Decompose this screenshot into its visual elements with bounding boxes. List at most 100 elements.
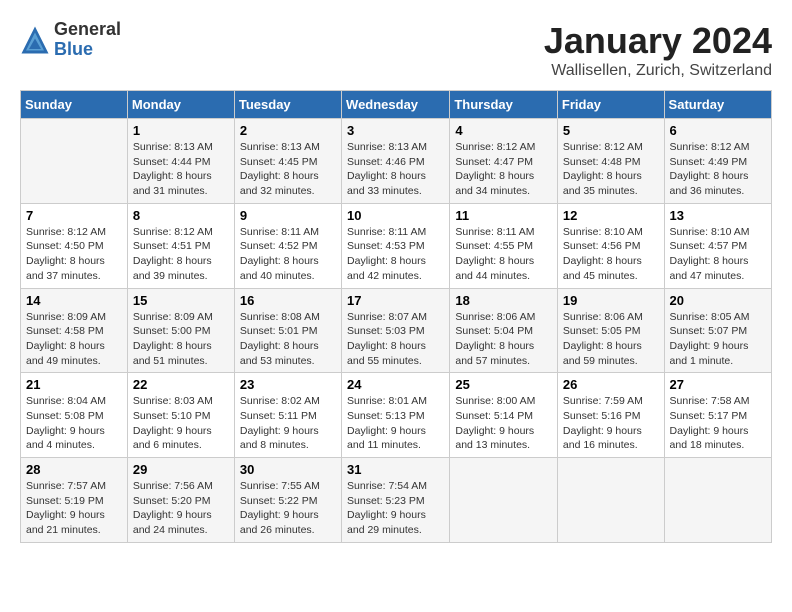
day-number: 20	[670, 293, 766, 308]
day-info: Sunrise: 8:13 AM Sunset: 4:46 PM Dayligh…	[347, 140, 444, 199]
day-number: 5	[563, 123, 659, 138]
day-info: Sunrise: 7:56 AM Sunset: 5:20 PM Dayligh…	[133, 479, 229, 538]
col-sunday: Sunday	[21, 91, 128, 119]
day-cell: 17 Sunrise: 8:07 AM Sunset: 5:03 PM Dayl…	[342, 288, 450, 373]
calendar-table: Sunday Monday Tuesday Wednesday Thursday…	[20, 90, 772, 543]
day-info: Sunrise: 8:11 AM Sunset: 4:53 PM Dayligh…	[347, 225, 444, 284]
day-cell: 7 Sunrise: 8:12 AM Sunset: 4:50 PM Dayli…	[21, 203, 128, 288]
day-info: Sunrise: 8:10 AM Sunset: 4:56 PM Dayligh…	[563, 225, 659, 284]
day-cell: 4 Sunrise: 8:12 AM Sunset: 4:47 PM Dayli…	[450, 119, 558, 204]
day-number: 11	[455, 208, 552, 223]
day-cell: 19 Sunrise: 8:06 AM Sunset: 5:05 PM Dayl…	[557, 288, 664, 373]
day-cell: 31 Sunrise: 7:54 AM Sunset: 5:23 PM Dayl…	[342, 458, 450, 543]
day-cell: 13 Sunrise: 8:10 AM Sunset: 4:57 PM Dayl…	[664, 203, 771, 288]
day-info: Sunrise: 8:13 AM Sunset: 4:45 PM Dayligh…	[240, 140, 336, 199]
day-cell: 20 Sunrise: 8:05 AM Sunset: 5:07 PM Dayl…	[664, 288, 771, 373]
logo: General Blue	[20, 20, 121, 60]
col-wednesday: Wednesday	[342, 91, 450, 119]
day-number: 7	[26, 208, 122, 223]
day-info: Sunrise: 8:07 AM Sunset: 5:03 PM Dayligh…	[347, 310, 444, 369]
week-row-4: 21 Sunrise: 8:04 AM Sunset: 5:08 PM Dayl…	[21, 373, 772, 458]
day-cell: 28 Sunrise: 7:57 AM Sunset: 5:19 PM Dayl…	[21, 458, 128, 543]
day-cell: 12 Sunrise: 8:10 AM Sunset: 4:56 PM Dayl…	[557, 203, 664, 288]
day-info: Sunrise: 8:05 AM Sunset: 5:07 PM Dayligh…	[670, 310, 766, 369]
location-subtitle: Wallisellen, Zurich, Switzerland	[544, 62, 772, 80]
day-cell: 5 Sunrise: 8:12 AM Sunset: 4:48 PM Dayli…	[557, 119, 664, 204]
day-number: 21	[26, 377, 122, 392]
day-info: Sunrise: 8:11 AM Sunset: 4:55 PM Dayligh…	[455, 225, 552, 284]
day-info: Sunrise: 8:12 AM Sunset: 4:51 PM Dayligh…	[133, 225, 229, 284]
day-number: 1	[133, 123, 229, 138]
day-info: Sunrise: 8:02 AM Sunset: 5:11 PM Dayligh…	[240, 394, 336, 453]
day-info: Sunrise: 8:09 AM Sunset: 4:58 PM Dayligh…	[26, 310, 122, 369]
day-number: 14	[26, 293, 122, 308]
logo-text: General Blue	[54, 20, 121, 60]
day-cell: 1 Sunrise: 8:13 AM Sunset: 4:44 PM Dayli…	[127, 119, 234, 204]
day-cell	[664, 458, 771, 543]
day-info: Sunrise: 8:12 AM Sunset: 4:47 PM Dayligh…	[455, 140, 552, 199]
header-row: Sunday Monday Tuesday Wednesday Thursday…	[21, 91, 772, 119]
day-info: Sunrise: 8:08 AM Sunset: 5:01 PM Dayligh…	[240, 310, 336, 369]
day-cell: 24 Sunrise: 8:01 AM Sunset: 5:13 PM Dayl…	[342, 373, 450, 458]
col-tuesday: Tuesday	[234, 91, 341, 119]
day-number: 4	[455, 123, 552, 138]
col-monday: Monday	[127, 91, 234, 119]
day-cell: 8 Sunrise: 8:12 AM Sunset: 4:51 PM Dayli…	[127, 203, 234, 288]
day-info: Sunrise: 8:12 AM Sunset: 4:50 PM Dayligh…	[26, 225, 122, 284]
day-cell: 15 Sunrise: 8:09 AM Sunset: 5:00 PM Dayl…	[127, 288, 234, 373]
day-cell: 21 Sunrise: 8:04 AM Sunset: 5:08 PM Dayl…	[21, 373, 128, 458]
week-row-2: 7 Sunrise: 8:12 AM Sunset: 4:50 PM Dayli…	[21, 203, 772, 288]
day-number: 27	[670, 377, 766, 392]
day-cell: 29 Sunrise: 7:56 AM Sunset: 5:20 PM Dayl…	[127, 458, 234, 543]
day-info: Sunrise: 8:06 AM Sunset: 5:04 PM Dayligh…	[455, 310, 552, 369]
day-info: Sunrise: 8:12 AM Sunset: 4:48 PM Dayligh…	[563, 140, 659, 199]
day-cell: 14 Sunrise: 8:09 AM Sunset: 4:58 PM Dayl…	[21, 288, 128, 373]
day-number: 13	[670, 208, 766, 223]
day-cell: 2 Sunrise: 8:13 AM Sunset: 4:45 PM Dayli…	[234, 119, 341, 204]
day-number: 8	[133, 208, 229, 223]
day-cell	[450, 458, 558, 543]
day-info: Sunrise: 8:10 AM Sunset: 4:57 PM Dayligh…	[670, 225, 766, 284]
day-info: Sunrise: 8:12 AM Sunset: 4:49 PM Dayligh…	[670, 140, 766, 199]
logo-blue: Blue	[54, 40, 121, 60]
day-cell: 22 Sunrise: 8:03 AM Sunset: 5:10 PM Dayl…	[127, 373, 234, 458]
week-row-3: 14 Sunrise: 8:09 AM Sunset: 4:58 PM Dayl…	[21, 288, 772, 373]
day-cell: 6 Sunrise: 8:12 AM Sunset: 4:49 PM Dayli…	[664, 119, 771, 204]
day-cell: 16 Sunrise: 8:08 AM Sunset: 5:01 PM Dayl…	[234, 288, 341, 373]
logo-general: General	[54, 20, 121, 40]
day-cell: 26 Sunrise: 7:59 AM Sunset: 5:16 PM Dayl…	[557, 373, 664, 458]
day-cell: 10 Sunrise: 8:11 AM Sunset: 4:53 PM Dayl…	[342, 203, 450, 288]
day-info: Sunrise: 8:11 AM Sunset: 4:52 PM Dayligh…	[240, 225, 336, 284]
day-number: 22	[133, 377, 229, 392]
day-cell: 9 Sunrise: 8:11 AM Sunset: 4:52 PM Dayli…	[234, 203, 341, 288]
day-cell: 27 Sunrise: 7:58 AM Sunset: 5:17 PM Dayl…	[664, 373, 771, 458]
day-number: 23	[240, 377, 336, 392]
day-number: 29	[133, 462, 229, 477]
day-number: 17	[347, 293, 444, 308]
day-number: 30	[240, 462, 336, 477]
title-area: January 2024 Wallisellen, Zurich, Switze…	[544, 20, 772, 80]
day-number: 3	[347, 123, 444, 138]
week-row-5: 28 Sunrise: 7:57 AM Sunset: 5:19 PM Dayl…	[21, 458, 772, 543]
day-cell: 30 Sunrise: 7:55 AM Sunset: 5:22 PM Dayl…	[234, 458, 341, 543]
col-friday: Friday	[557, 91, 664, 119]
logo-icon	[20, 25, 50, 55]
day-number: 24	[347, 377, 444, 392]
day-cell: 25 Sunrise: 8:00 AM Sunset: 5:14 PM Dayl…	[450, 373, 558, 458]
day-info: Sunrise: 8:03 AM Sunset: 5:10 PM Dayligh…	[133, 394, 229, 453]
day-info: Sunrise: 7:55 AM Sunset: 5:22 PM Dayligh…	[240, 479, 336, 538]
day-cell: 11 Sunrise: 8:11 AM Sunset: 4:55 PM Dayl…	[450, 203, 558, 288]
day-info: Sunrise: 7:58 AM Sunset: 5:17 PM Dayligh…	[670, 394, 766, 453]
day-cell: 23 Sunrise: 8:02 AM Sunset: 5:11 PM Dayl…	[234, 373, 341, 458]
day-number: 31	[347, 462, 444, 477]
day-cell: 3 Sunrise: 8:13 AM Sunset: 4:46 PM Dayli…	[342, 119, 450, 204]
day-cell	[21, 119, 128, 204]
day-info: Sunrise: 7:54 AM Sunset: 5:23 PM Dayligh…	[347, 479, 444, 538]
day-cell	[557, 458, 664, 543]
day-info: Sunrise: 8:01 AM Sunset: 5:13 PM Dayligh…	[347, 394, 444, 453]
day-cell: 18 Sunrise: 8:06 AM Sunset: 5:04 PM Dayl…	[450, 288, 558, 373]
day-number: 12	[563, 208, 659, 223]
day-number: 19	[563, 293, 659, 308]
week-row-1: 1 Sunrise: 8:13 AM Sunset: 4:44 PM Dayli…	[21, 119, 772, 204]
day-number: 16	[240, 293, 336, 308]
